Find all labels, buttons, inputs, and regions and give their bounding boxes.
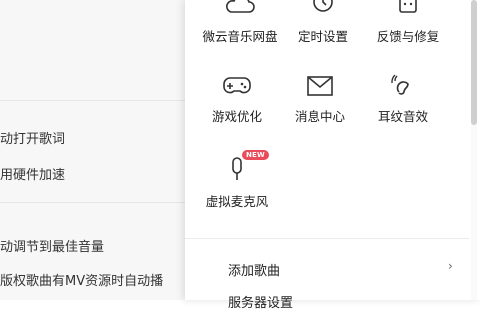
tile-message-center[interactable]: 消息中心 xyxy=(275,72,365,125)
tile-cloud-disk[interactable]: 微云音乐网盘 xyxy=(195,0,285,45)
ear-icon xyxy=(391,74,409,95)
mail-icon xyxy=(307,76,333,96)
alarm-clock-icon xyxy=(313,0,333,12)
gamepad-icon xyxy=(223,77,251,94)
tile-ear-print-sound[interactable]: 耳纹音效 xyxy=(358,72,448,125)
option-auto-volume[interactable]: 动调节到最佳音量 xyxy=(0,236,104,255)
tile-virtual-microphone[interactable]: 虚拟麦克风 xyxy=(192,155,282,210)
more-menu-panel xyxy=(185,0,480,300)
settings-divider xyxy=(0,202,185,203)
chevron-right-icon: › xyxy=(448,259,453,273)
scrollbar-thumb[interactable] xyxy=(471,0,477,125)
option-auto-play-mv[interactable]: 版权歌曲有MV资源时自动播 xyxy=(0,270,163,289)
tile-timer-settings[interactable]: 定时设置 xyxy=(278,0,368,45)
tile-feedback-repair[interactable]: 反馈与修复 xyxy=(363,0,453,45)
feedback-icon xyxy=(399,0,417,13)
menu-item-server-settings[interactable]: 服务器设置 xyxy=(228,292,293,311)
cloud-icon xyxy=(226,0,255,13)
option-auto-open-lyrics[interactable]: 动打开歌词 xyxy=(0,128,65,147)
new-badge: NEW xyxy=(242,150,269,160)
settings-divider xyxy=(0,100,185,101)
option-hardware-acceleration[interactable]: 用硬件加速 xyxy=(0,164,65,183)
tile-game-optimization[interactable]: 游戏优化 xyxy=(192,72,282,125)
menu-divider xyxy=(185,238,470,239)
menu-item-add-songs[interactable]: 添加歌曲 xyxy=(228,260,280,279)
scrollbar[interactable] xyxy=(471,0,477,300)
